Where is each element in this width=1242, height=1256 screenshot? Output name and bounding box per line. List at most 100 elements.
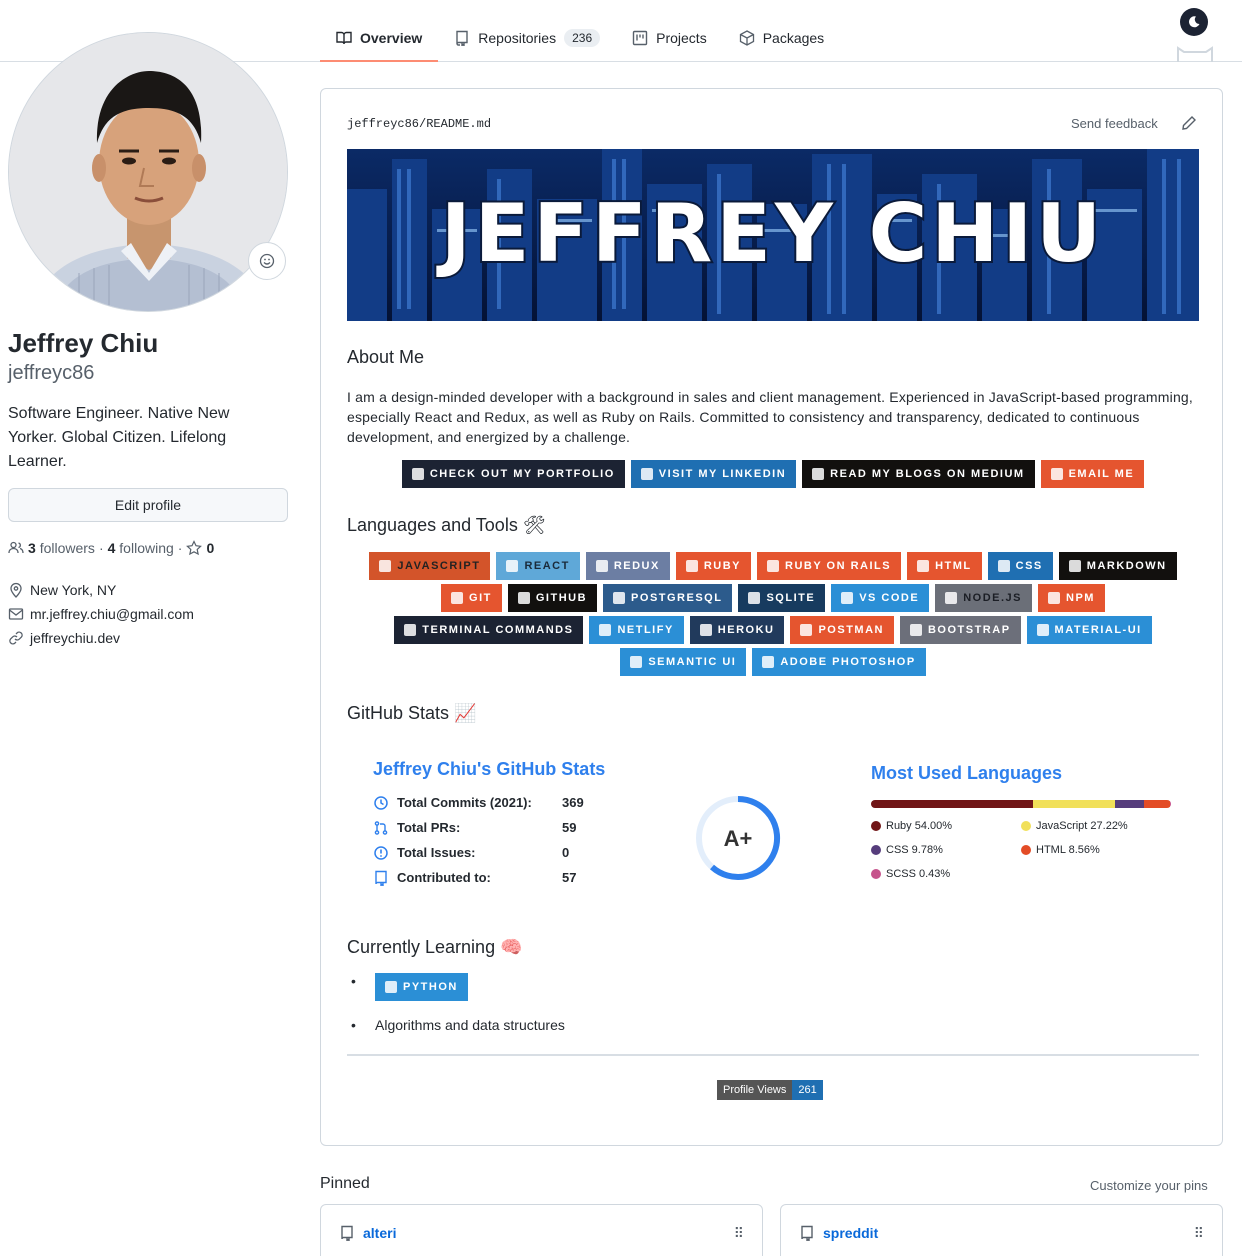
python-badge[interactable]: PYTHON: [375, 973, 468, 1001]
markdown-badge[interactable]: MARKDOWN: [1058, 552, 1177, 580]
github-badge[interactable]: GITHUB: [507, 584, 598, 612]
customize-pins-link[interactable]: Customize your pins: [1090, 1178, 1208, 1193]
followers-link[interactable]: 3 followers: [28, 540, 95, 556]
postgresql-badge[interactable]: POSTGRESQL: [603, 584, 733, 612]
learning-item-text: Algorithms and data structures: [375, 1017, 565, 1033]
star-icon: [186, 540, 203, 556]
language-dot: [871, 845, 881, 855]
mail-icon: [8, 608, 24, 620]
read-my-blogs-on-medium-icon: [812, 468, 825, 480]
terminal-commands-badge[interactable]: TERMINAL COMMANDS: [394, 616, 584, 644]
email-link[interactable]: mr.jeffrey.chiu@gmail.com: [30, 606, 194, 622]
vs-code-icon: [841, 592, 854, 604]
adobe-photoshop-badge[interactable]: ADOBE PHOTOSHOP: [752, 648, 926, 676]
vs-code-badge-label: VS CODE: [859, 592, 920, 604]
stat-row: Total PRs: 59: [373, 815, 703, 840]
html-badge[interactable]: HTML: [907, 552, 982, 580]
avatar[interactable]: [8, 32, 288, 312]
language-dot: [1021, 821, 1031, 831]
language-bar-segment: [1143, 800, 1170, 808]
read-my-blogs-on-medium-badge[interactable]: READ MY BLOGS ON MEDIUM: [802, 460, 1035, 488]
tab-packages[interactable]: Packages: [723, 14, 840, 61]
grade-ring: A+: [696, 795, 781, 880]
pinned-repo-link[interactable]: spreddit: [823, 1225, 878, 1241]
heroku-icon: [699, 624, 712, 636]
smiley-icon: [259, 253, 275, 269]
tab-projects[interactable]: Projects: [616, 14, 723, 61]
readme-file[interactable]: README.md: [426, 117, 491, 131]
css-icon: [997, 560, 1010, 572]
heroku-badge[interactable]: HEROKU: [689, 616, 785, 644]
node-js-icon: [945, 592, 958, 604]
pencil-icon[interactable]: [1181, 115, 1197, 131]
ruby-badge[interactable]: RUBY: [675, 552, 752, 580]
language-bar-segment: [871, 800, 1033, 808]
markdown-icon: [1068, 560, 1081, 572]
tab-repositories[interactable]: Repositories 236: [438, 14, 616, 61]
semantic-ui-badge-label: SEMANTIC UI: [648, 656, 737, 668]
github-stats-card: Jeffrey Chiu's GitHub Stats Total Commit…: [373, 759, 703, 890]
readme-owner[interactable]: jeffreyc86: [347, 117, 419, 131]
languages-bar: [871, 800, 1171, 808]
drag-handle-icon[interactable]: ⠿: [734, 1225, 744, 1242]
language-legend-label: JavaScript 27.22%: [1036, 820, 1128, 832]
link-icon: [9, 631, 23, 645]
edit-profile-button[interactable]: Edit profile: [8, 488, 288, 522]
pinned-repo-link[interactable]: alteri: [363, 1225, 396, 1241]
node-js-badge[interactable]: NODE.JS: [935, 584, 1032, 612]
stats-heading: GitHub Stats 📈: [347, 703, 477, 723]
tools-heading: Languages and Tools 🛠: [347, 515, 546, 535]
stats-card-title: Jeffrey Chiu's GitHub Stats: [373, 759, 606, 779]
sqlite-badge[interactable]: SQLITE: [738, 584, 826, 612]
npm-badge[interactable]: NPM: [1038, 584, 1105, 612]
javascript-badge[interactable]: JAVASCRIPT: [369, 552, 491, 580]
check-out-my-portfolio-badge-label: CHECK OUT MY PORTFOLIO: [429, 468, 615, 480]
sqlite-icon: [748, 592, 761, 604]
postman-badge[interactable]: POSTMAN: [790, 616, 894, 644]
heroku-badge-label: HEROKU: [717, 624, 775, 636]
following-link[interactable]: 4 following: [108, 540, 174, 556]
email-me-badge[interactable]: EMAIL ME: [1040, 460, 1145, 488]
css-badge[interactable]: CSS: [987, 552, 1053, 580]
tools-row: TERMINAL COMMANDS NETLIFY HEROKU POSTMAN BOO…: [347, 616, 1199, 644]
netlify-badge[interactable]: NETLIFY: [589, 616, 684, 644]
stat-value: 369: [562, 795, 584, 810]
material-ui-badge[interactable]: MATERIAL-UI: [1026, 616, 1152, 644]
check-out-my-portfolio-badge[interactable]: CHECK OUT MY PORTFOLIO: [401, 460, 625, 488]
learning-item-python: PYTHON: [347, 973, 565, 1013]
drag-handle-icon[interactable]: ⠿: [1194, 1225, 1204, 1242]
terminal-commands-badge-label: TERMINAL COMMANDS: [422, 624, 574, 636]
book-icon: [336, 31, 352, 44]
set-status-button[interactable]: [248, 242, 286, 280]
bootstrap-badge[interactable]: BOOTSTRAP: [899, 616, 1021, 644]
send-feedback-link[interactable]: Send feedback: [1071, 116, 1158, 131]
react-badge[interactable]: REACT: [496, 552, 580, 580]
moon-icon: [1188, 16, 1200, 28]
vs-code-badge[interactable]: VS CODE: [831, 584, 930, 612]
website-link[interactable]: jeffreychiu.dev: [30, 630, 120, 646]
learning-heading: Currently Learning 🧠: [347, 937, 523, 957]
language-dot: [871, 821, 881, 831]
location-pin-icon: [10, 582, 22, 598]
dark-mode-toggle[interactable]: [1180, 8, 1208, 36]
language-legend-item: CSS 9.78%: [871, 844, 1021, 856]
separator-dot: ·: [98, 540, 104, 556]
visit-my-linkedin-badge[interactable]: VISIT MY LINKEDIN: [630, 460, 797, 488]
html-badge-label: HTML: [935, 560, 972, 572]
postgresql-badge-label: POSTGRESQL: [631, 592, 723, 604]
stat-value: 0: [562, 845, 570, 860]
github-badge-label: GITHUB: [535, 592, 588, 604]
redux-badge[interactable]: REDUX: [585, 552, 670, 580]
semantic-ui-badge[interactable]: SEMANTIC UI: [620, 648, 747, 676]
adobe-photoshop-badge-label: ADOBE PHOTOSHOP: [780, 656, 916, 668]
stars-link[interactable]: 0: [186, 540, 214, 556]
adobe-photoshop-icon: [762, 656, 775, 668]
ruby-icon: [685, 560, 698, 572]
language-legend-item: Ruby 54.00%: [871, 820, 1021, 832]
readme-box: jeffreyc86/README.md Send feedback JEFFR…: [320, 88, 1223, 1146]
website-item: jeffreychiu.dev: [8, 626, 194, 650]
tab-overview[interactable]: Overview: [320, 14, 439, 62]
python-icon: [385, 981, 397, 993]
git-badge[interactable]: GIT: [441, 584, 502, 612]
ruby-on-rails-badge[interactable]: RUBY ON RAILS: [757, 552, 902, 580]
